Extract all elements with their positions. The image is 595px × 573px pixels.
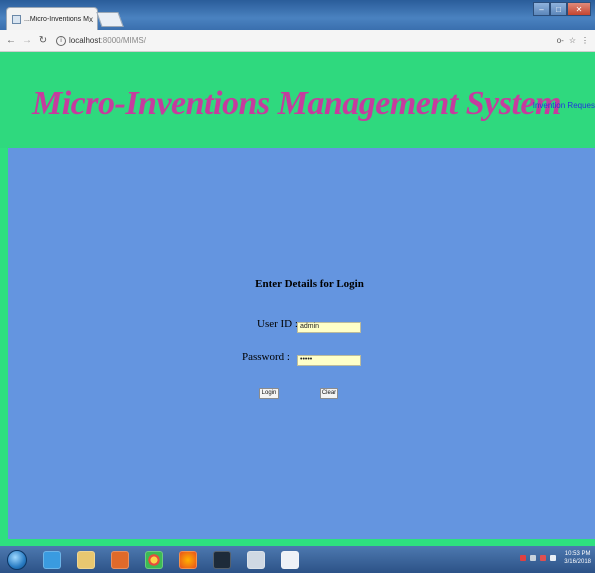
app-icon[interactable] <box>111 550 129 569</box>
media-icon[interactable] <box>213 550 231 569</box>
paint-icon[interactable] <box>247 550 265 569</box>
system-tray: 10:53 PM 3/16/2018 <box>520 550 591 566</box>
start-button[interactable] <box>7 549 27 570</box>
site-title: Micro-Inventions Management System <box>32 85 561 122</box>
login-panel: Enter Details for Login User ID : admin … <box>8 148 595 539</box>
bookmark-star-icon[interactable]: ☆ <box>569 36 576 45</box>
chrome-icon[interactable] <box>145 550 163 569</box>
window-close-button[interactable]: ✕ <box>567 2 591 16</box>
file-explorer-icon[interactable] <box>77 550 95 569</box>
clear-button[interactable]: Clear <box>320 388 338 399</box>
password-label: Password : <box>242 351 290 363</box>
firefox-icon[interactable] <box>179 550 197 569</box>
browser-menu-icon[interactable]: ⋮ <box>581 36 589 45</box>
browser-tab[interactable]: ...Micro-Inventions Man... x <box>6 7 98 30</box>
page-favicon-icon <box>12 14 21 24</box>
site-header: Micro-Inventions Management System Inven… <box>0 52 595 148</box>
site-info-icon[interactable]: i <box>56 35 66 46</box>
url-path: :8000/MIMS/ <box>100 36 146 45</box>
forward-arrow-icon[interactable]: → <box>22 35 32 46</box>
reload-icon[interactable]: ↻ <box>38 35 48 46</box>
document-icon[interactable] <box>281 550 299 569</box>
browser-tabstrip: ...Micro-Inventions Man... x – □ ✕ <box>0 0 595 30</box>
new-tab-button[interactable] <box>96 12 124 27</box>
internet-explorer-icon[interactable] <box>43 550 61 569</box>
url-field[interactable]: i localhost:8000/MIMS/ <box>56 35 146 46</box>
tab-close-icon[interactable]: x <box>89 15 93 24</box>
clock[interactable]: 10:53 PM 3/16/2018 <box>564 550 591 566</box>
tray-battery-icon[interactable] <box>540 555 547 561</box>
window-controls: – □ ✕ <box>533 2 591 16</box>
user-id-label: User ID : <box>257 318 298 330</box>
password-input[interactable]: ••••• <box>297 355 361 366</box>
tab-title: ...Micro-Inventions Man... <box>24 15 89 23</box>
url-host: localhost <box>69 36 101 45</box>
key-icon[interactable]: o- <box>557 36 564 45</box>
clock-date: 3/16/2018 <box>564 559 591 565</box>
maximize-button[interactable]: □ <box>550 2 567 16</box>
tray-volume-icon[interactable] <box>550 555 557 561</box>
user-id-input[interactable]: admin <box>297 322 361 333</box>
clock-time: 10:53 PM <box>564 551 591 557</box>
invention-request-link[interactable]: Invention Reques <box>533 101 595 110</box>
web-page: Micro-Inventions Management System Inven… <box>0 52 595 546</box>
tray-flag-icon[interactable] <box>520 555 527 561</box>
address-bar: ← → ↻ i localhost:8000/MIMS/ o- ☆ ⋮ <box>0 30 595 52</box>
minimize-button[interactable]: – <box>533 2 550 16</box>
login-heading: Enter Details for Login <box>255 278 364 290</box>
windows-taskbar: 10:53 PM 3/16/2018 <box>0 546 595 573</box>
tray-network-icon[interactable] <box>530 555 537 561</box>
back-arrow-icon[interactable]: ← <box>6 35 16 46</box>
login-button[interactable]: Login <box>259 388 279 399</box>
